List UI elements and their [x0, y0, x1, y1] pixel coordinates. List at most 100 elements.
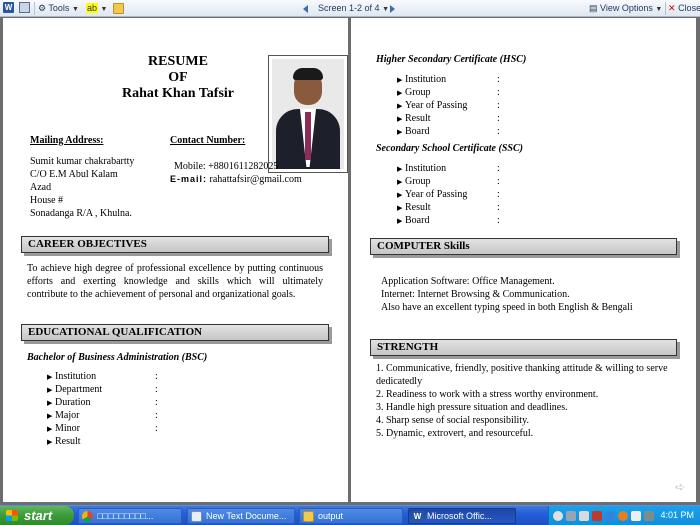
title-name: Rahat Khan Tafsir	[121, 86, 235, 101]
strength-line: 2. Readiness to work with a stress worth…	[376, 389, 599, 400]
tray-app-icon[interactable]	[605, 511, 615, 521]
bullet-icon: ▶	[47, 438, 53, 446]
field-label: Year of Passing	[405, 100, 468, 111]
field-colon: :	[497, 100, 500, 111]
field-row: ▶ Institution:	[47, 370, 187, 383]
field-label: Group	[405, 176, 431, 187]
chrome-icon	[82, 511, 93, 522]
taskbar-button-notepad[interactable]: New Text Docume...	[187, 508, 295, 524]
field-label: Institution	[405, 163, 447, 174]
field-label: Department	[55, 384, 103, 395]
computer-skill-line: Application Software: Office Management.	[381, 276, 555, 287]
profile-photo	[268, 55, 348, 173]
tray-power-icon[interactable]	[553, 511, 563, 521]
close-label: Close	[678, 3, 700, 13]
document-page-2: Higher Secondary Certificate (HSC) ▶ Inst…	[351, 18, 696, 502]
field-row: ▶ Institution:	[397, 162, 557, 175]
field-colon: :	[497, 202, 500, 213]
screen-dropdown-icon: ▼	[382, 6, 389, 13]
notepad-icon	[191, 511, 202, 522]
strength-line: 5. Dynamic, extrovert, and resourceful.	[376, 428, 534, 439]
previous-screen-button[interactable]	[303, 2, 308, 15]
strength-heading: STRENGTH	[370, 339, 677, 356]
computer-skill-line: Also have an excellent typing speed in b…	[381, 302, 633, 313]
field-label: Result	[55, 436, 81, 447]
field-label: Institution	[55, 371, 97, 382]
educational-qualification-heading: EDUCATIONAL QUALIFICATION	[21, 324, 329, 341]
start-button[interactable]: start	[0, 506, 74, 525]
field-row: ▶ Result:	[397, 201, 557, 214]
field-colon: :	[497, 189, 500, 200]
tray-speaker-icon[interactable]	[579, 511, 589, 521]
tray-acrobat-icon[interactable]	[592, 511, 602, 521]
screen-indicator[interactable]: Screen 1-2 of 4 ▼	[318, 2, 389, 15]
view-options-dropdown-icon: ▼	[655, 6, 663, 13]
field-colon: :	[155, 371, 158, 382]
highlight-button[interactable]: ab ▼	[86, 2, 107, 15]
mobile-number: Mobile: +8801611282025	[174, 161, 279, 172]
computer-skills-heading: COMPUTER Skills	[370, 238, 677, 255]
taskbar-button-chrome[interactable]: □□□□□□□□□...	[78, 508, 182, 524]
close-reading-button[interactable]: ✕ Close	[668, 2, 700, 15]
view-options-menu[interactable]: ▤ View Options ▼	[589, 2, 662, 15]
folder-icon	[303, 511, 314, 522]
screen-label: Screen 1-2 of 4	[318, 3, 380, 13]
taskbar-button-label: New Text Docume...	[206, 511, 287, 521]
field-label: Group	[405, 87, 431, 98]
strength-line: 3. Handle high pressure situation and de…	[376, 402, 568, 413]
document-page-1: RESUME OF Rahat Khan Tafsir Mailing Addr…	[3, 18, 348, 502]
hsc-fields: ▶ Institution: ▶ Group: ▶ Year of Passing: …	[397, 73, 557, 138]
next-screen-button[interactable]	[390, 2, 395, 15]
ssc-fields: ▶ Institution: ▶ Group: ▶ Year of Passing: …	[397, 162, 557, 227]
mailing-line: Sonadanga R/A , Khulna.	[30, 208, 132, 219]
reading-toolbar: W ⚙ Tools ▼ ab ▼ Screen 1-2 of 4 ▼ ▤ Vie…	[0, 0, 700, 17]
field-row: ▶ Result	[47, 435, 187, 448]
field-label: Result	[405, 202, 431, 213]
taskbar-button-label: □□□□□□□□□...	[97, 511, 154, 521]
taskbar-clock[interactable]: 4:01 PM	[660, 506, 694, 525]
field-row: ▶ Year of Passing:	[397, 188, 557, 201]
page-turn-arrow-icon[interactable]: ➪	[675, 480, 685, 494]
field-row: ▶ Minor:	[47, 422, 187, 435]
career-objectives-text: To achieve high degree of professional e…	[27, 263, 323, 300]
field-label: Major	[55, 410, 80, 421]
next-arrow-icon	[390, 4, 395, 13]
tools-menu[interactable]: ⚙ Tools ▼	[38, 2, 79, 15]
word-icon: W	[412, 511, 423, 522]
mailing-address: Sumit kumar chakrabartty C/O E.M Abul Ka…	[30, 155, 134, 220]
email-line: E-mail: rahattafsir@gmail.com	[170, 173, 302, 186]
field-colon: :	[155, 384, 158, 395]
field-colon: :	[497, 74, 500, 85]
taskbar-button-label: output	[318, 511, 344, 521]
field-label: Year of Passing	[405, 189, 468, 200]
field-row: ▶ Board:	[397, 125, 557, 138]
taskbar-button-output-folder[interactable]: output	[299, 508, 403, 524]
save-icon[interactable]	[19, 2, 30, 13]
title-line-resume: RESUME	[148, 54, 208, 69]
field-row: ▶ Major:	[47, 409, 187, 422]
field-colon: :	[497, 163, 500, 174]
field-label: Result	[405, 113, 431, 124]
bullet-icon: ▶	[397, 217, 403, 225]
tray-display-icon[interactable]	[644, 511, 654, 521]
email-label: E-mail:	[170, 174, 208, 184]
view-options-icon: ▤	[589, 3, 598, 13]
field-colon: :	[497, 176, 500, 187]
strength-list: 1. Communicative, friendly, positive tha…	[376, 362, 676, 440]
view-options-label: View Options	[600, 3, 653, 13]
highlight-dropdown-icon: ▼	[100, 6, 108, 13]
taskbar-button-label: Microsoft Offic...	[427, 511, 492, 521]
tray-network-icon[interactable]	[566, 511, 576, 521]
computer-skill-line: Internet: Internet Browsing & Communicat…	[381, 289, 570, 300]
title-line-of: OF	[168, 70, 188, 85]
tray-firefox-icon[interactable]	[618, 511, 628, 521]
mailing-address-label: Mailing Address:	[30, 135, 104, 146]
tray-security-icon[interactable]	[631, 511, 641, 521]
strength-line: 1. Communicative, friendly, positive tha…	[376, 363, 668, 387]
mailing-line: House #	[30, 195, 64, 206]
field-row: ▶ Year of Passing:	[397, 99, 557, 112]
taskbar-button-word[interactable]: W Microsoft Offic...	[408, 508, 516, 524]
tools-menu-label: Tools	[48, 3, 70, 13]
mailing-line: Sumit kumar chakrabartty	[30, 156, 135, 167]
open-folder-icon[interactable]	[113, 3, 124, 14]
